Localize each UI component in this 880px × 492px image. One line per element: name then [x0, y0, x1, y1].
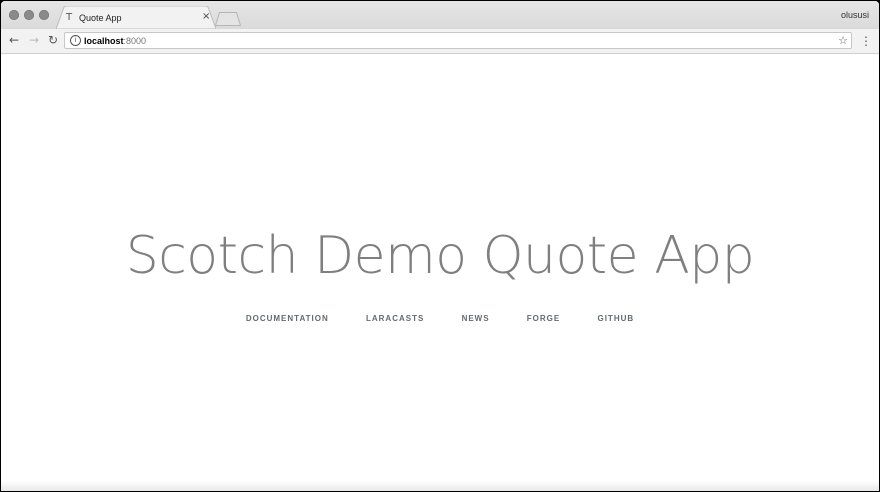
forward-button[interactable]: → [27, 33, 41, 47]
tab-strip: T Quote App × olususi [1, 1, 879, 29]
address-bar[interactable]: i localhost:8000 ☆ [64, 32, 852, 49]
browser-toolbar: ← → ↻ i localhost:8000 ☆ ⋮ [1, 29, 879, 54]
nav-links: DOCUMENTATION LARACASTS NEWS FORGE GITHU… [1, 313, 879, 325]
link-github[interactable]: GITHUB [597, 313, 634, 325]
url-port: :8000 [123, 36, 147, 46]
kebab-menu-icon[interactable]: ⋮ [860, 33, 872, 49]
star-icon[interactable]: ☆ [838, 33, 848, 48]
link-forge[interactable]: FORGE [527, 313, 560, 325]
tab-title: Quote App [79, 13, 122, 23]
url-host: localhost [84, 36, 124, 46]
favicon-icon: T [66, 12, 73, 23]
page-content: Scotch Demo Quote App DOCUMENTATION LARA… [1, 54, 879, 491]
close-window-icon[interactable] [9, 10, 19, 20]
tab-quote-app[interactable]: T Quote App × [56, 6, 216, 29]
browser-window: T Quote App × olususi ← → ↻ i localhost:… [1, 1, 879, 491]
maximize-window-icon[interactable] [39, 10, 49, 20]
info-icon[interactable]: i [70, 35, 81, 46]
link-laracasts[interactable]: LARACASTS [366, 313, 424, 325]
link-documentation[interactable]: DOCUMENTATION [246, 313, 329, 325]
profile-name[interactable]: olususi [841, 9, 869, 21]
reload-button[interactable]: ↻ [46, 33, 60, 47]
tab-close-icon[interactable]: × [202, 11, 210, 23]
page-title: Scotch Demo Quote App [125, 226, 755, 286]
link-news[interactable]: NEWS [462, 313, 490, 325]
bottom-shadow [1, 481, 879, 491]
minimize-window-icon[interactable] [24, 10, 34, 20]
back-button[interactable]: ← [7, 33, 21, 47]
url-text[interactable]: localhost:8000 [84, 35, 146, 47]
new-tab-icon[interactable] [215, 12, 241, 26]
